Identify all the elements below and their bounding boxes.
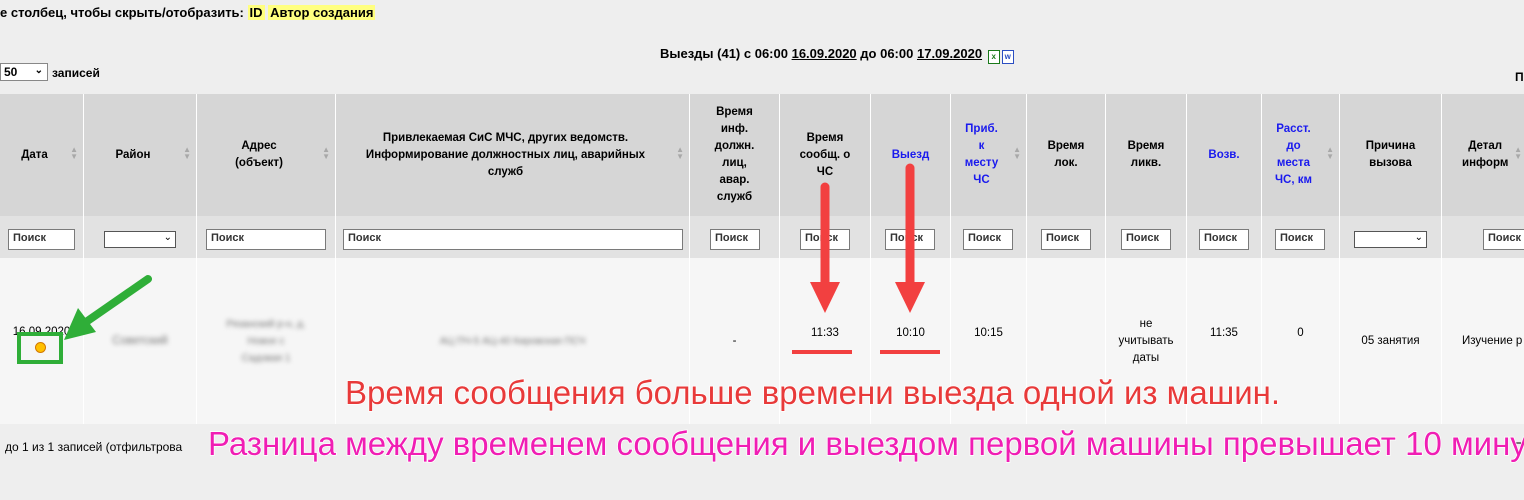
- filter-return-input[interactable]: Поиск: [1199, 229, 1249, 250]
- filter-reason-select[interactable]: ⌄: [1354, 231, 1427, 248]
- pagination-label-cut: П: [1515, 70, 1524, 84]
- toggle-id-column[interactable]: ID: [247, 5, 265, 20]
- date-to-link[interactable]: 17.09.2020: [917, 46, 982, 61]
- title-text: Выезды (41) с 06:00: [660, 46, 788, 61]
- warning-icon[interactable]: [35, 342, 46, 353]
- filter-arrival-input[interactable]: Поиск: [963, 229, 1013, 250]
- page-length-label: записей: [52, 66, 100, 80]
- chevron-down-icon: ⌄: [163, 232, 172, 243]
- column-header-district[interactable]: Район ▲ ▼: [84, 94, 196, 216]
- word-icon[interactable]: w: [1001, 50, 1014, 64]
- column-header-details[interactable]: Детал информ ▲ ▼: [1442, 94, 1524, 216]
- sort-icon: ▲ ▼: [322, 145, 330, 161]
- sort-icon: ▲ ▼: [70, 145, 78, 161]
- date-from-link[interactable]: 16.09.2020: [792, 46, 857, 61]
- filter-district-select[interactable]: ⌄: [104, 231, 176, 248]
- chevron-down-icon: ⌄: [1414, 232, 1423, 243]
- filter-message-time-input[interactable]: Поиск: [800, 229, 850, 250]
- table-title: Выезды (41) с 06:00 16.09.2020 до 06:00 …: [660, 46, 1014, 64]
- column-toggle-bar: е столбец, чтобы скрыть/отобразить: ID А…: [0, 5, 376, 20]
- filter-forces-input[interactable]: Поиск: [343, 229, 683, 250]
- column-header-departure[interactable]: Выезд: [871, 94, 950, 216]
- column-header-date[interactable]: Дата ▲ ▼: [0, 94, 83, 216]
- filter-departure-input[interactable]: Поиск: [885, 229, 935, 250]
- filter-address-input[interactable]: Поиск: [206, 229, 326, 250]
- cell-district: Советский: [112, 334, 168, 347]
- column-header-localization-time[interactable]: Время лок.: [1027, 94, 1105, 216]
- column-header-liquidation-time[interactable]: Время ликв.: [1106, 94, 1186, 216]
- underline-message-time: [792, 350, 852, 354]
- page-length-value: 50: [4, 65, 18, 79]
- underline-departure: [880, 350, 940, 354]
- annotation-caption-2: Разница между временем сообщения и выезд…: [207, 424, 1524, 463]
- column-header-address[interactable]: Адрес (объект) ▲ ▼: [197, 94, 335, 216]
- excel-icon[interactable]: x: [987, 50, 1000, 64]
- column-header-return[interactable]: Возв.: [1187, 94, 1261, 216]
- sort-icon: ▲ ▼: [1013, 145, 1021, 161]
- cell-reason: 05 занятия: [1361, 334, 1420, 347]
- column-header-forces[interactable]: Привлекаемая СиС МЧС, других ведомств. И…: [336, 94, 689, 216]
- filter-info-time-input[interactable]: Поиск: [710, 229, 760, 250]
- column-header-info-time[interactable]: Время инф. должн. лиц, авар. служб: [690, 94, 779, 216]
- table-info: до 1 из 1 записей (отфильтрова: [5, 440, 183, 454]
- page-length-select[interactable]: 50 ⌄: [0, 63, 48, 81]
- chevron-down-icon: ⌄: [34, 65, 43, 76]
- filter-details-input[interactable]: Поиск: [1483, 229, 1524, 250]
- annotation-caption-1: Время сообщения больше времени выезда од…: [344, 373, 1281, 412]
- sort-icon: ▲ ▼: [183, 145, 191, 161]
- title-middle: до 06:00: [860, 46, 914, 61]
- column-header-message-time[interactable]: Время сообщ. о ЧС: [780, 94, 870, 216]
- filter-liquidation-input[interactable]: Поиск: [1121, 229, 1171, 250]
- toggle-author-column[interactable]: Автор создания: [268, 5, 376, 20]
- column-toggle-text: е столбец, чтобы скрыть/отобразить:: [0, 5, 244, 20]
- column-header-distance[interactable]: Расст. до места ЧС, км ▲ ▼: [1262, 94, 1339, 216]
- cell-details: Изучение р: [1462, 334, 1523, 347]
- filter-distance-input[interactable]: Поиск: [1275, 229, 1325, 250]
- sort-icon: ▲ ▼: [676, 145, 684, 161]
- column-header-reason[interactable]: Причина вызова: [1340, 94, 1441, 216]
- column-header-arrival[interactable]: Приб. к месту ЧС ▲ ▼: [951, 94, 1026, 216]
- sort-icon: ▲ ▼: [1514, 145, 1522, 161]
- filter-localization-input[interactable]: Поиск: [1041, 229, 1091, 250]
- filter-date-input[interactable]: Поиск: [8, 229, 75, 250]
- sort-icon: ▲ ▼: [1326, 145, 1334, 161]
- cell-address: Рязанский р-н, д. Новое с Садовая 1: [226, 318, 306, 364]
